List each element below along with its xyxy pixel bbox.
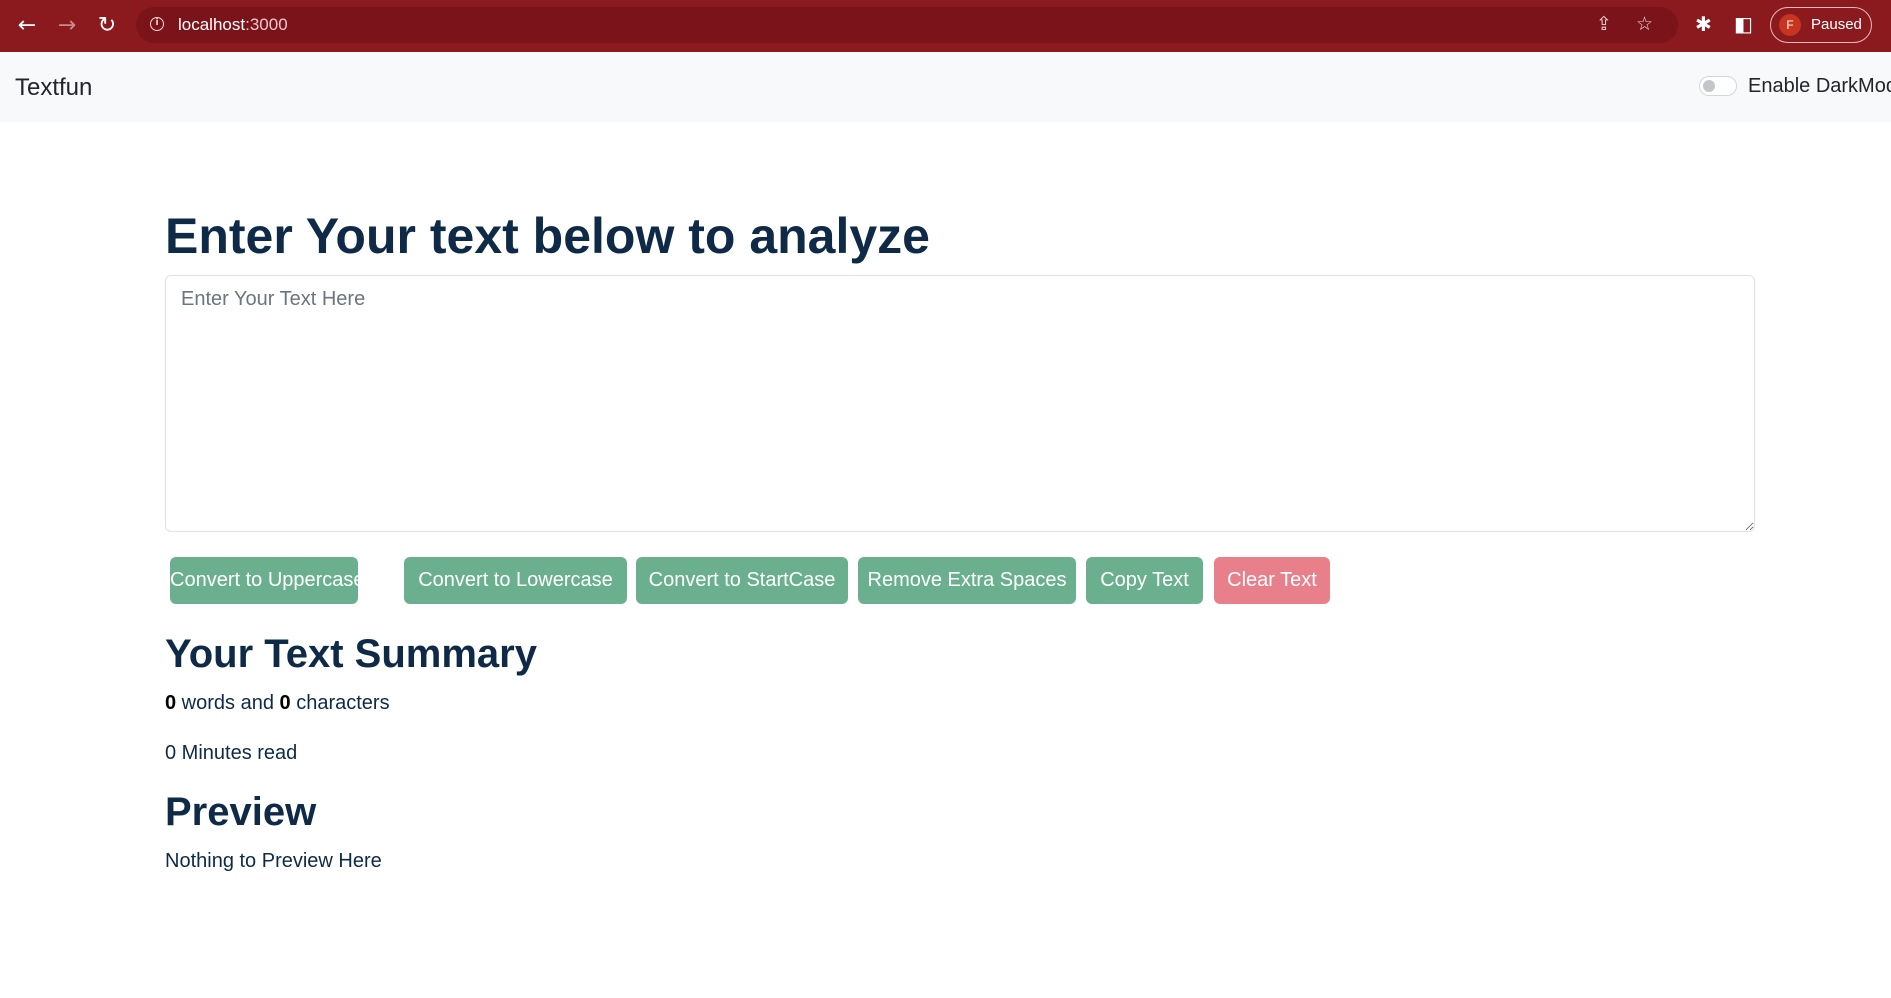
char-count: 0: [279, 692, 291, 714]
word-char-count: 0 words and 0 characters: [165, 692, 390, 715]
toggle-knob: [1703, 80, 1715, 92]
preview-text: Nothing to Preview Here: [165, 850, 382, 872]
darkmode-toggle[interactable]: [1699, 76, 1737, 96]
words-label: words and: [176, 692, 280, 714]
characters-label: characters: [290, 692, 390, 714]
side-panel-icon[interactable]: ◧: [1734, 12, 1753, 36]
address-bar[interactable]: i localhost:3000 ⇪ ☆: [136, 7, 1678, 43]
avatar: F: [1779, 14, 1801, 36]
address-url[interactable]: localhost:3000: [178, 15, 288, 35]
profile-button[interactable]: F Paused: [1770, 7, 1872, 43]
forward-icon[interactable]: →: [53, 12, 81, 40]
page-title: Enter Your text below to analyze: [165, 208, 930, 264]
reload-icon[interactable]: ↻: [93, 12, 121, 40]
back-icon[interactable]: ←: [13, 12, 41, 40]
brand-link[interactable]: Textfun: [15, 74, 92, 102]
preview-heading: Preview: [165, 790, 317, 834]
site-info-icon[interactable]: i: [150, 17, 164, 31]
minutes-read: 0 Minutes read: [165, 742, 298, 764]
copy-text-button[interactable]: Copy Text: [1086, 557, 1203, 604]
extensions-icon[interactable]: ✱: [1695, 12, 1712, 36]
bookmark-star-icon[interactable]: ☆: [1636, 13, 1653, 35]
share-icon[interactable]: ⇪: [1596, 13, 1612, 35]
profile-status: Paused: [1811, 16, 1862, 33]
lowercase-button[interactable]: Convert to Lowercase: [404, 557, 627, 604]
app-navbar: Textfun Enable DarkMode: [0, 52, 1891, 122]
startcase-button[interactable]: Convert to StartCase: [636, 557, 848, 604]
browser-toolbar: ← → ↻ i localhost:3000 ⇪ ☆ ✱ ◧ F Paused: [0, 0, 1891, 52]
remove-spaces-button[interactable]: Remove Extra Spaces: [858, 557, 1076, 604]
word-count: 0: [165, 692, 177, 714]
darkmode-label[interactable]: Enable DarkMode: [1748, 75, 1891, 98]
summary-heading: Your Text Summary: [165, 632, 537, 676]
clear-text-button[interactable]: Clear Text: [1214, 557, 1330, 604]
text-input[interactable]: [165, 275, 1755, 532]
uppercase-button[interactable]: Convert to Uppercase: [170, 557, 365, 604]
